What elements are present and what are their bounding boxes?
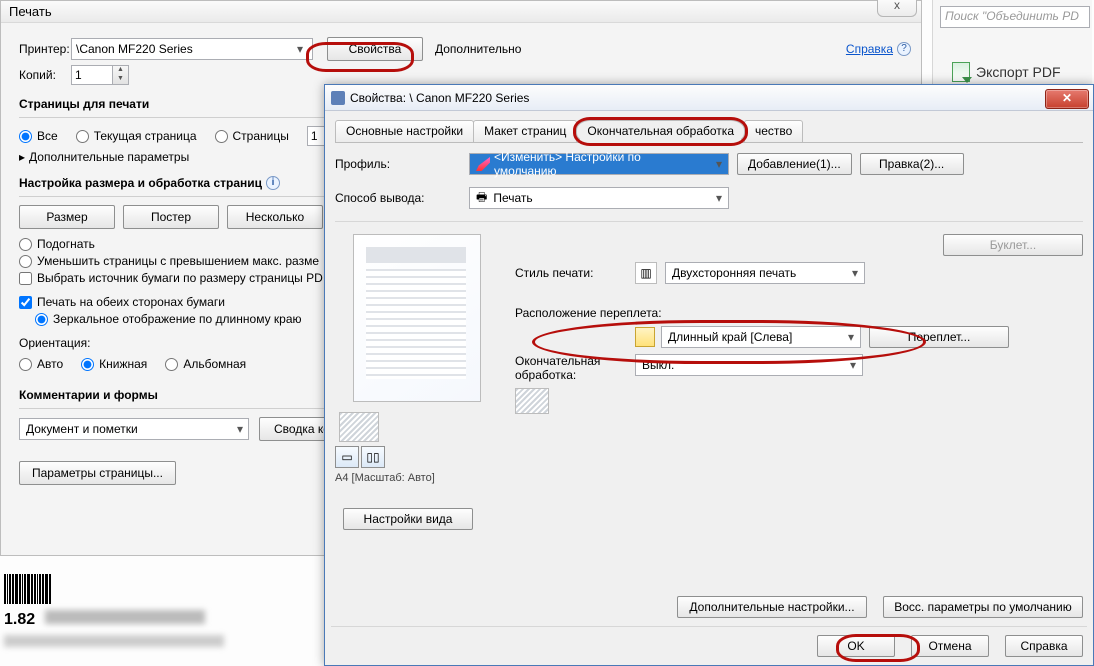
export-pdf-item[interactable]: Экспорт PDF	[952, 62, 1061, 82]
multiple-button[interactable]: Несколько	[227, 205, 323, 229]
print-style-dropdown[interactable]: Двухсторонняя печать	[665, 262, 865, 284]
barcode-area: 1.82	[4, 574, 224, 650]
tab-finishing[interactable]: Окончательная обработка	[576, 120, 745, 143]
advanced-settings-button[interactable]: Дополнительные настройки...	[677, 596, 867, 618]
binding-button[interactable]: Переплет...	[869, 326, 1009, 348]
ok-button[interactable]: OK	[817, 635, 895, 657]
properties-title-text: Свойства: \ Canon MF220 Series	[350, 91, 529, 105]
finishing-label: Окончательная обработка:	[515, 354, 635, 382]
pages-range-radio[interactable]: Страницы	[215, 129, 289, 143]
pages-current-radio[interactable]: Текущая страница	[76, 129, 197, 143]
advanced-link[interactable]: Дополнительно	[435, 42, 521, 56]
properties-tabs: Основные настройки Макет страниц Окончат…	[335, 119, 1083, 143]
print-style-label: Стиль печати:	[515, 266, 635, 280]
output-dropdown[interactable]: 🖶 Печать	[469, 187, 729, 209]
printer-properties-dialog: Свойства: \ Canon MF220 Series ✕ Основны…	[324, 84, 1094, 666]
printer-select-value: \Canon MF220 Series	[76, 42, 193, 56]
pencil-icon	[476, 157, 490, 171]
preview-caption: A4 [Масштаб: Авто]	[335, 472, 499, 484]
help-button[interactable]: Справка	[1005, 635, 1083, 657]
printer-label: Принтер:	[19, 42, 71, 56]
view-single-button[interactable]: ▭	[335, 446, 359, 468]
cancel-button[interactable]: Отмена	[911, 635, 989, 657]
output-label: Способ вывода:	[335, 191, 469, 205]
poster-button[interactable]: Постер	[123, 205, 219, 229]
profile-label: Профиль:	[335, 157, 469, 171]
orient-auto-radio[interactable]: Авто	[19, 357, 63, 371]
orient-portrait-radio[interactable]: Книжная	[81, 357, 147, 371]
orient-landscape-radio[interactable]: Альбомная	[165, 357, 246, 371]
tab-layout[interactable]: Макет страниц	[473, 120, 577, 142]
booklet-button[interactable]: Буклет...	[943, 234, 1083, 256]
binding-icon	[635, 327, 655, 347]
tab-quality[interactable]: чество	[744, 120, 803, 142]
printer-icon	[331, 91, 345, 105]
copies-label: Копий:	[19, 68, 71, 82]
properties-button[interactable]: Свойства	[327, 37, 423, 61]
help-icon: ?	[897, 42, 911, 56]
binding-dropdown[interactable]: Длинный край [Слева]	[661, 326, 861, 348]
binding-label: Расположение переплета:	[515, 306, 1083, 320]
page-setup-button[interactable]: Параметры страницы...	[19, 461, 176, 485]
properties-titlebar[interactable]: Свойства: \ Canon MF220 Series ✕	[325, 85, 1093, 111]
output-stack-icon	[515, 388, 549, 414]
view-settings-button[interactable]: Настройки вида	[343, 508, 473, 530]
tab-basic[interactable]: Основные настройки	[335, 120, 474, 142]
size-button[interactable]: Размер	[19, 205, 115, 229]
finishing-dropdown[interactable]: Выкл.	[635, 354, 863, 376]
view-spread-button[interactable]: ▯▯	[361, 446, 385, 468]
export-pdf-icon	[952, 62, 970, 82]
page-preview-panel: ▭ ▯▯ A4 [Масштаб: Авто]	[335, 234, 499, 484]
printer-select[interactable]: \Canon MF220 Series ▾	[71, 38, 313, 60]
add-profile-button[interactable]: Добавление(1)...	[737, 153, 852, 175]
duplex-icon: ▥	[635, 262, 657, 284]
info-icon: i	[266, 176, 280, 190]
page-stack-icon	[339, 412, 379, 442]
copies-input[interactable]	[71, 65, 113, 85]
zoom-value: 1.82	[4, 611, 35, 629]
copies-spinner[interactable]: ▲▼	[113, 65, 129, 85]
page-preview-icon	[353, 234, 481, 402]
printer-small-icon: 🖶	[476, 188, 487, 209]
profile-dropdown[interactable]: <Изменить> Настройки по умолчанию	[469, 153, 729, 175]
restore-defaults-button[interactable]: Восс. параметры по умолчанию	[883, 596, 1083, 618]
edit-profile-button[interactable]: Правка(2)...	[860, 153, 964, 175]
print-dialog-close-button[interactable]: x	[877, 0, 917, 17]
help-link[interactable]: Справка	[846, 42, 893, 56]
pages-all-radio[interactable]: Все	[19, 129, 58, 143]
comments-dropdown[interactable]: Документ и пометки	[19, 418, 249, 440]
search-input[interactable]: Поиск "Объединить PD	[940, 6, 1090, 28]
close-button[interactable]: ✕	[1045, 89, 1089, 109]
chevron-down-icon: ▾	[292, 42, 308, 56]
print-dialog-title: Печать	[1, 1, 921, 23]
